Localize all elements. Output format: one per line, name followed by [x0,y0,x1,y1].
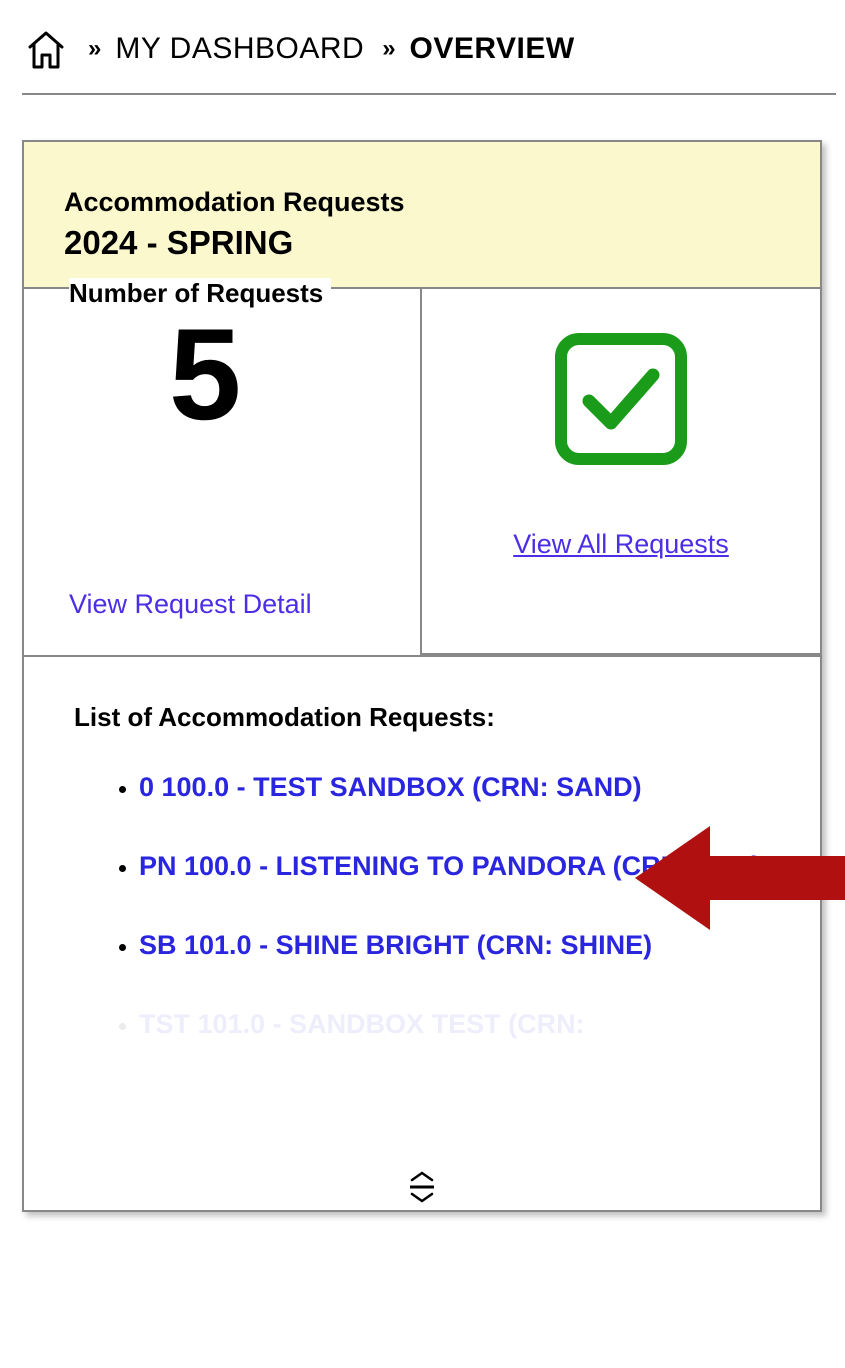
checkmark-icon [551,329,691,474]
list-item[interactable]: TST 101.0 - SANDBOX TEST (CRN: [139,1005,770,1044]
accommodation-requests-card: Accommodation Requests 2024 - SPRING Num… [22,140,822,1212]
list-heading: List of Accommodation Requests: [74,702,770,733]
breadcrumb-dashboard[interactable]: MY DASHBOARD [115,32,364,66]
chevron-right-icon: » [88,35,97,63]
requests-list: 0 100.0 - TEST SANDBOX (CRN: SAND) PN 10… [74,768,770,1045]
list-item[interactable]: SB 101.0 - SHINE BRIGHT (CRN: SHINE) [139,926,770,965]
list-item[interactable]: 0 100.0 - TEST SANDBOX (CRN: SAND) [139,768,770,807]
home-icon[interactable] [22,25,70,73]
breadcrumb: » MY DASHBOARD » OVERVIEW [22,25,836,95]
requests-count-value: 5 [169,309,390,439]
requests-count-panel: Number of Requests 5 View Request Detail [24,289,422,655]
card-title: Accommodation Requests [64,187,780,218]
card-header: Accommodation Requests 2024 - SPRING [24,142,820,289]
list-item[interactable]: PN 100.0 - LISTENING TO PANDORA (CRN: PA… [139,847,770,886]
chevron-right-icon: » [382,35,391,63]
view-all-requests-link[interactable]: View All Requests [513,529,729,560]
resize-handle-icon[interactable] [402,1170,442,1204]
card-term: 2024 - SPRING [64,224,780,262]
requests-list-section: List of Accommodation Requests: 0 100.0 … [24,655,820,1210]
breadcrumb-overview: OVERVIEW [410,32,575,66]
stats-row: Number of Requests 5 View Request Detail… [24,289,820,655]
view-request-detail-link[interactable]: View Request Detail [69,589,390,620]
status-panel: View All Requests [422,289,820,655]
